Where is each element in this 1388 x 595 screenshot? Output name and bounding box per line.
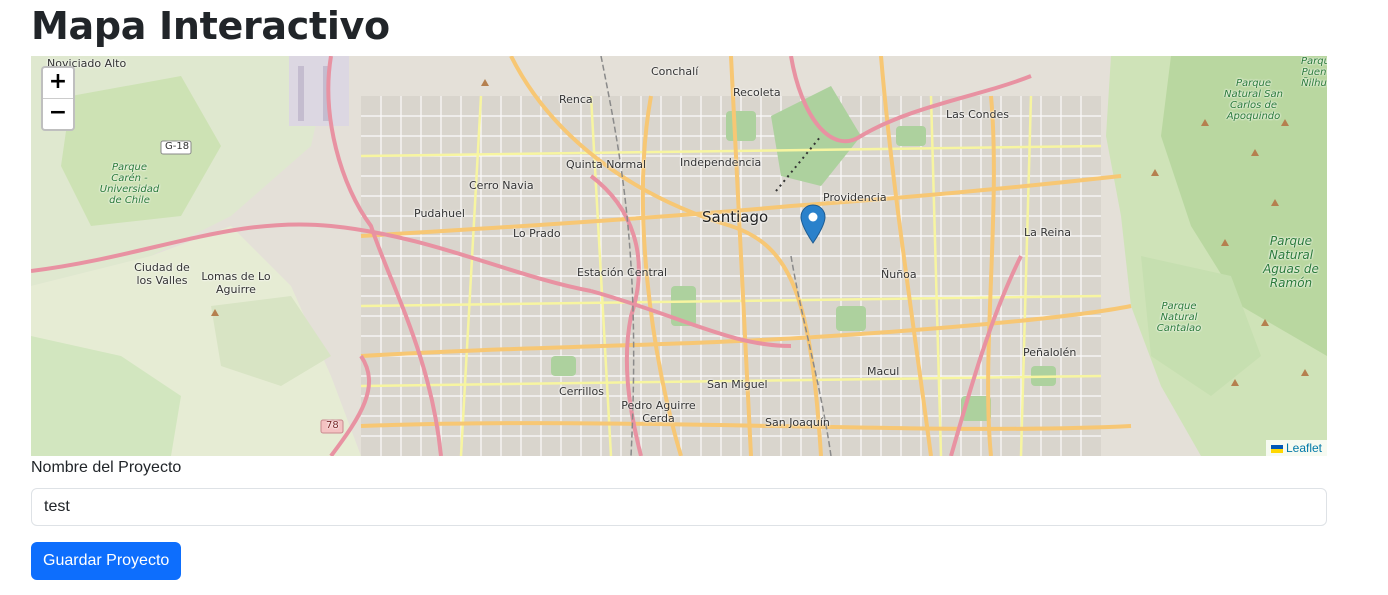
place-label: Las Condes [946,108,1009,121]
place-label: Providencia [823,191,887,204]
park-label: Parque Puen Ñilhu [1301,56,1327,89]
place-label: Independencia [680,156,762,169]
place-label: San Joaquín [765,416,830,429]
zoom-in-button[interactable]: + [43,68,73,99]
leaflet-link[interactable]: Leaflet [1286,441,1322,455]
place-label: La Reina [1024,226,1072,239]
place-label: Cerro Navia [469,179,534,192]
place-label: Lo Prado [513,227,561,240]
place-label: Peñalolén [1023,346,1077,359]
place-label: Santiago [702,208,769,226]
project-name-input[interactable]: test [31,488,1327,526]
park-label: Parque Carén - Universidad de Chile [99,162,160,206]
zoom-out-button[interactable]: − [43,99,73,129]
place-label: Macul [867,365,900,378]
place-label: Estación Central [577,266,668,279]
park-label: Parque Natural Aguas de Ramón [1263,234,1319,290]
place-label: San Miguel [707,378,768,391]
route-shield: 78 [326,420,339,431]
zoom-control: + − [41,66,75,131]
place-label: Pedro Aguirre Cerda [621,399,696,425]
page-title: Mapa Interactivo [31,4,390,48]
map-tiles [31,56,1327,456]
save-project-button[interactable]: Guardar Proyecto [31,542,182,580]
place-label: Quinta Normal [566,158,647,171]
route-shield: G-18 [165,141,190,152]
place-label: Ñuñoa [881,268,917,281]
interactive-map[interactable]: Noviciado Alto Conchalí Recoleta Renca L… [31,56,1327,456]
map-marker-icon[interactable] [800,204,826,244]
park-label: Parque Natural San Carlos de Apoquindo [1224,78,1283,122]
place-label: Recoleta [733,86,781,99]
place-label: Lomas de Lo Aguirre [201,270,271,296]
park-label: Parque Natural Cantalao [1156,301,1202,334]
place-label: Pudahuel [414,207,465,220]
place-label: Renca [559,93,593,106]
place-label: Conchalí [651,65,699,78]
place-label: Cerrillos [559,385,604,398]
map-attribution: Leaflet [1265,440,1327,456]
ukraine-flag-icon [1270,444,1283,453]
project-name-label: Nombre del Proyecto [31,459,182,476]
place-label: Ciudad de los Valles [134,261,190,287]
